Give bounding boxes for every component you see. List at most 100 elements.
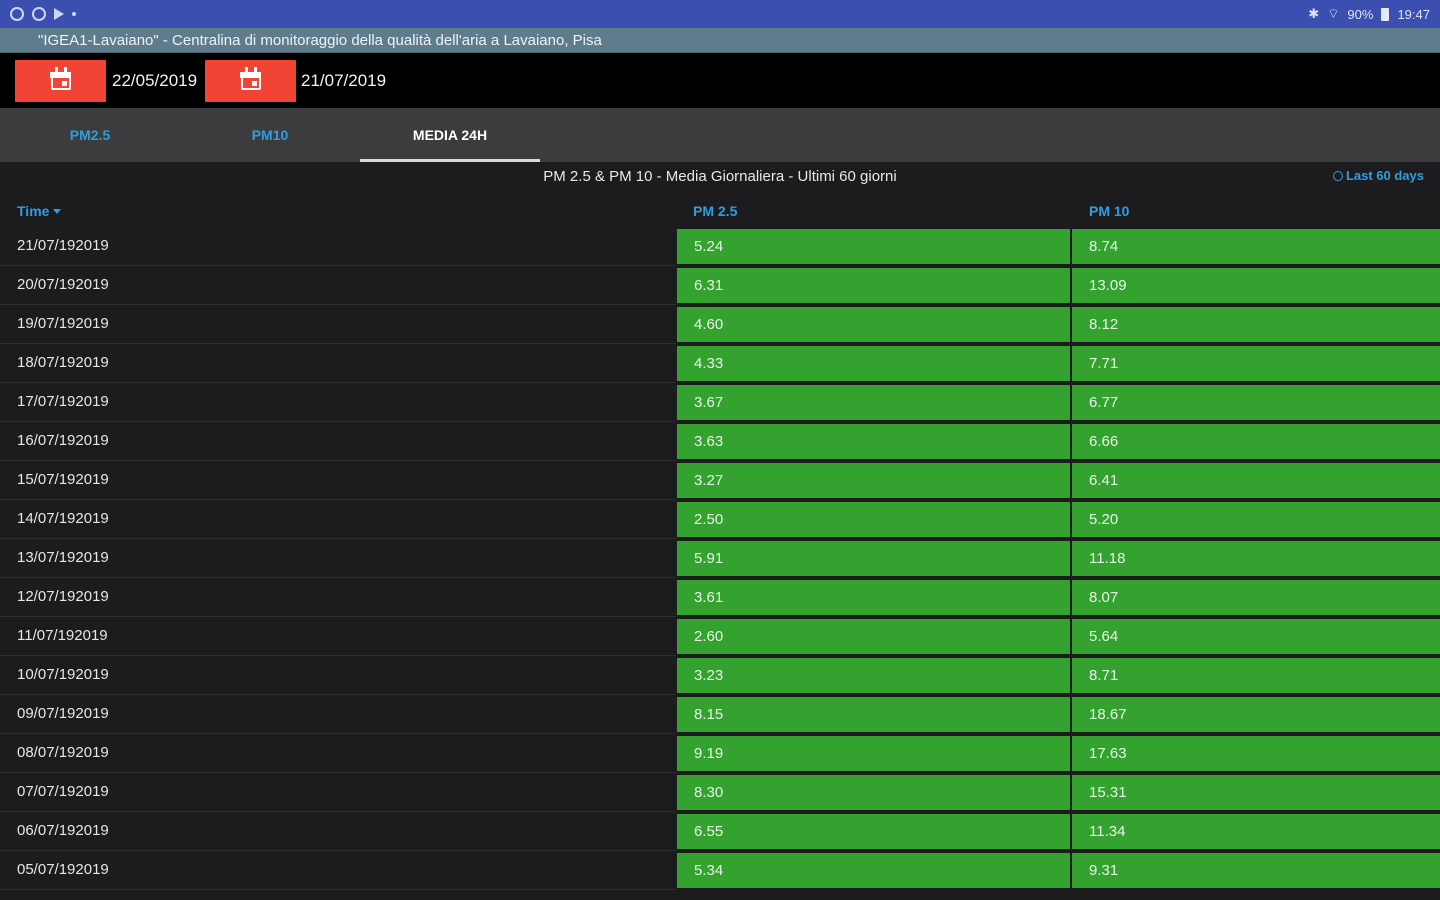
cell-pm25: 8.15 (677, 697, 1070, 732)
calendar-icon (240, 67, 261, 90)
app-title-bar: "IGEA1-Lavaiano" - Centralina di monitor… (0, 28, 1440, 53)
table-row[interactable]: 11/07/192019 2.60 5.64 (0, 617, 1440, 656)
cell-pm25: 5.34 (677, 853, 1070, 888)
notification-icon (10, 7, 24, 21)
cell-time: 12/07/192019 (0, 578, 676, 617)
cell-pm25: 4.60 (677, 307, 1070, 342)
battery-icon (1381, 7, 1390, 21)
cell-time: 16/07/192019 (0, 422, 676, 461)
table-row[interactable]: 15/07/192019 3.27 6.41 (0, 461, 1440, 500)
cell-time: 08/07/192019 (0, 734, 676, 773)
cell-pm25: 8.30 (677, 775, 1070, 810)
cell-time: 21/07/192019 (0, 227, 676, 266)
table-row[interactable]: 20/07/192019 6.31 13.09 (0, 266, 1440, 305)
tab-bar: PM2.5 PM10 MEDIA 24H (0, 108, 1440, 162)
table-row[interactable]: 06/07/192019 6.55 11.34 (0, 812, 1440, 851)
table-row[interactable]: 14/07/192019 2.50 5.20 (0, 500, 1440, 539)
system-status-bar: ✱ ⌔ 90% 19:47 (0, 0, 1440, 28)
end-date-value: 21/07/2019 (301, 71, 387, 90)
table-row[interactable]: 18/07/192019 4.33 7.71 (0, 344, 1440, 383)
last-60-days-button[interactable]: Last 60 days (1332, 162, 1424, 192)
status-left-icons (10, 7, 76, 21)
cell-time: 13/07/192019 (0, 539, 676, 578)
cell-pm10: 5.20 (1072, 502, 1440, 537)
cell-time: 14/07/192019 (0, 500, 676, 539)
tab-pm25[interactable]: PM2.5 (0, 108, 180, 162)
column-header-time[interactable]: Time (17, 195, 62, 227)
cell-pm25: 9.19 (677, 736, 1070, 771)
table-row[interactable]: 07/07/192019 8.30 15.31 (0, 773, 1440, 812)
tab-pm10[interactable]: PM10 (180, 108, 360, 162)
cell-pm25: 4.33 (677, 346, 1070, 381)
table-row[interactable]: 05/07/192019 5.34 9.31 (0, 851, 1440, 890)
end-date-button[interactable] (205, 60, 296, 102)
table-row[interactable]: 09/07/192019 8.15 18.67 (0, 695, 1440, 734)
cell-pm25: 6.31 (677, 268, 1070, 303)
cell-time: 18/07/192019 (0, 344, 676, 383)
clock-time: 19:47 (1397, 6, 1430, 22)
cell-time: 15/07/192019 (0, 461, 676, 500)
cell-pm10: 6.41 (1072, 463, 1440, 498)
wifi-icon: ⌔ (1327, 6, 1340, 21)
table-row[interactable]: 19/07/192019 4.60 8.12 (0, 305, 1440, 344)
start-date-button[interactable] (15, 60, 106, 102)
cell-time: 05/07/192019 (0, 851, 676, 890)
status-right-icons: ✱ ⌔ 90% 19:47 (1308, 6, 1430, 22)
settings-icon (32, 7, 46, 21)
cell-time: 20/07/192019 (0, 266, 676, 305)
cell-pm25: 5.91 (677, 541, 1070, 576)
cell-pm10: 8.74 (1072, 229, 1440, 264)
cell-pm10: 15.31 (1072, 775, 1440, 810)
sort-down-icon (53, 209, 62, 214)
cell-pm25: 5.24 (677, 229, 1070, 264)
cell-pm25: 2.60 (677, 619, 1070, 654)
cell-pm10: 8.12 (1072, 307, 1440, 342)
cell-pm25: 6.55 (677, 814, 1070, 849)
calendar-icon (50, 67, 71, 90)
clock-icon (1332, 171, 1343, 181)
cell-time: 07/07/192019 (0, 773, 676, 812)
cell-pm10: 11.18 (1072, 541, 1440, 576)
cell-time: 11/07/192019 (0, 617, 676, 656)
table-row[interactable]: 13/07/192019 5.91 11.18 (0, 539, 1440, 578)
cell-time: 06/07/192019 (0, 812, 676, 851)
cell-pm10: 8.07 (1072, 580, 1440, 615)
table-row[interactable]: 08/07/192019 9.19 17.63 (0, 734, 1440, 773)
cell-pm25: 3.23 (677, 658, 1070, 693)
table-row[interactable]: 16/07/192019 3.63 6.66 (0, 422, 1440, 461)
cell-pm10: 9.31 (1072, 853, 1440, 888)
cell-time: 17/07/192019 (0, 383, 676, 422)
cell-time: 09/07/192019 (0, 695, 676, 734)
cell-pm10: 5.64 (1072, 619, 1440, 654)
table-row[interactable]: 10/07/192019 3.23 8.71 (0, 656, 1440, 695)
cell-pm25: 3.63 (677, 424, 1070, 459)
cell-pm25: 3.27 (677, 463, 1070, 498)
battery-percent: 90% (1347, 6, 1374, 22)
cell-pm10: 17.63 (1072, 736, 1440, 771)
table-header: Time PM 2.5 PM 10 (0, 195, 1440, 227)
table-row[interactable]: 12/07/192019 3.61 8.07 (0, 578, 1440, 617)
column-header-pm25[interactable]: PM 2.5 (693, 195, 737, 227)
cell-pm25: 2.50 (677, 502, 1070, 537)
table-title: PM 2.5 & PM 10 - Media Giornaliera - Ult… (0, 162, 1440, 195)
cell-pm25: 3.61 (677, 580, 1070, 615)
table-row[interactable]: 21/07/192019 5.24 8.74 (0, 227, 1440, 266)
cell-pm10: 18.67 (1072, 697, 1440, 732)
cell-pm10: 6.77 (1072, 385, 1440, 420)
last-days-label: Last 60 days (1345, 168, 1424, 183)
bluetooth-icon: ✱ (1308, 6, 1320, 21)
column-header-time-label: Time (17, 203, 50, 219)
cell-pm10: 6.66 (1072, 424, 1440, 459)
cell-pm10: 11.34 (1072, 814, 1440, 849)
tab-media-24h[interactable]: MEDIA 24H (360, 108, 540, 162)
play-store-icon (54, 8, 64, 20)
start-date-value: 22/05/2019 (112, 71, 198, 90)
cell-pm10: 7.71 (1072, 346, 1440, 381)
column-header-pm10[interactable]: PM 10 (1089, 195, 1129, 227)
table-row[interactable]: 17/07/192019 3.67 6.77 (0, 383, 1440, 422)
cell-time: 10/07/192019 (0, 656, 676, 695)
date-range-bar: 22/05/2019 21/07/2019 (0, 53, 1440, 108)
cell-time: 19/07/192019 (0, 305, 676, 344)
cell-pm10: 13.09 (1072, 268, 1440, 303)
table-body: 21/07/192019 5.24 8.74 20/07/192019 6.31 13.0… (0, 227, 1440, 890)
